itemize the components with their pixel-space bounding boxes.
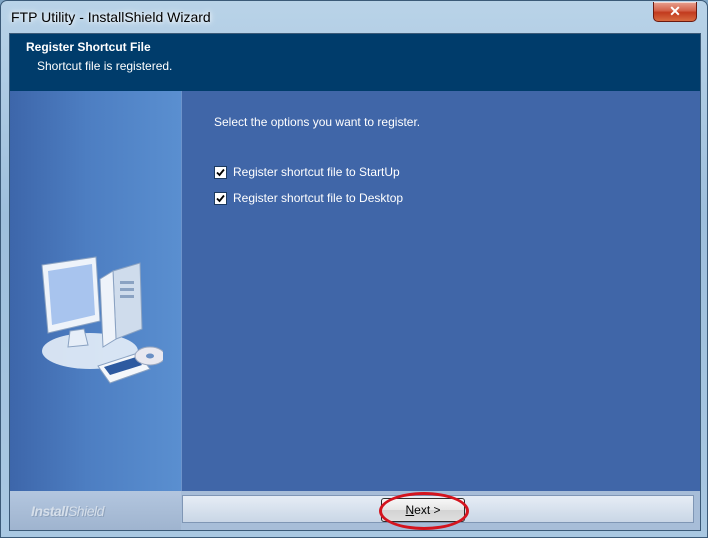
- next-label: ext >: [414, 503, 441, 517]
- close-icon: ✕: [669, 3, 681, 19]
- checkmark-icon: [216, 168, 225, 177]
- next-button[interactable]: Next >: [381, 498, 465, 522]
- footer-brand-area: InstallShield: [10, 491, 181, 530]
- step-subtitle: Shortcut file is registered.: [37, 59, 173, 73]
- wizard-footer: InstallShield: [10, 491, 700, 530]
- title-bar[interactable]: FTP Utility - InstallShield Wizard ✕: [1, 1, 707, 33]
- side-graphic-panel: [10, 91, 181, 491]
- desktop-checkbox[interactable]: [214, 192, 227, 205]
- next-mnemonic: N: [405, 503, 415, 517]
- close-button[interactable]: ✕: [653, 2, 697, 22]
- options-panel: Select the options you want to register.…: [182, 91, 700, 491]
- options-prompt: Select the options you want to register.: [214, 115, 421, 129]
- wizard-header: Register Shortcut File Shortcut file is …: [10, 34, 700, 91]
- wizard-body: Register Shortcut File Shortcut file is …: [9, 33, 701, 531]
- step-title: Register Shortcut File: [26, 40, 151, 54]
- desktop-option-label[interactable]: Register shortcut file to Desktop: [233, 191, 403, 205]
- startup-option-label[interactable]: Register shortcut file to StartUp: [233, 165, 400, 179]
- window-title: FTP Utility - InstallShield Wizard: [11, 9, 211, 25]
- checkmark-icon: [216, 194, 225, 203]
- installshield-logo: InstallShield: [31, 503, 104, 519]
- installer-window: FTP Utility - InstallShield Wizard ✕ Reg…: [0, 0, 708, 538]
- computer-illustration-icon: [41, 256, 163, 384]
- startup-checkbox[interactable]: [214, 166, 227, 179]
